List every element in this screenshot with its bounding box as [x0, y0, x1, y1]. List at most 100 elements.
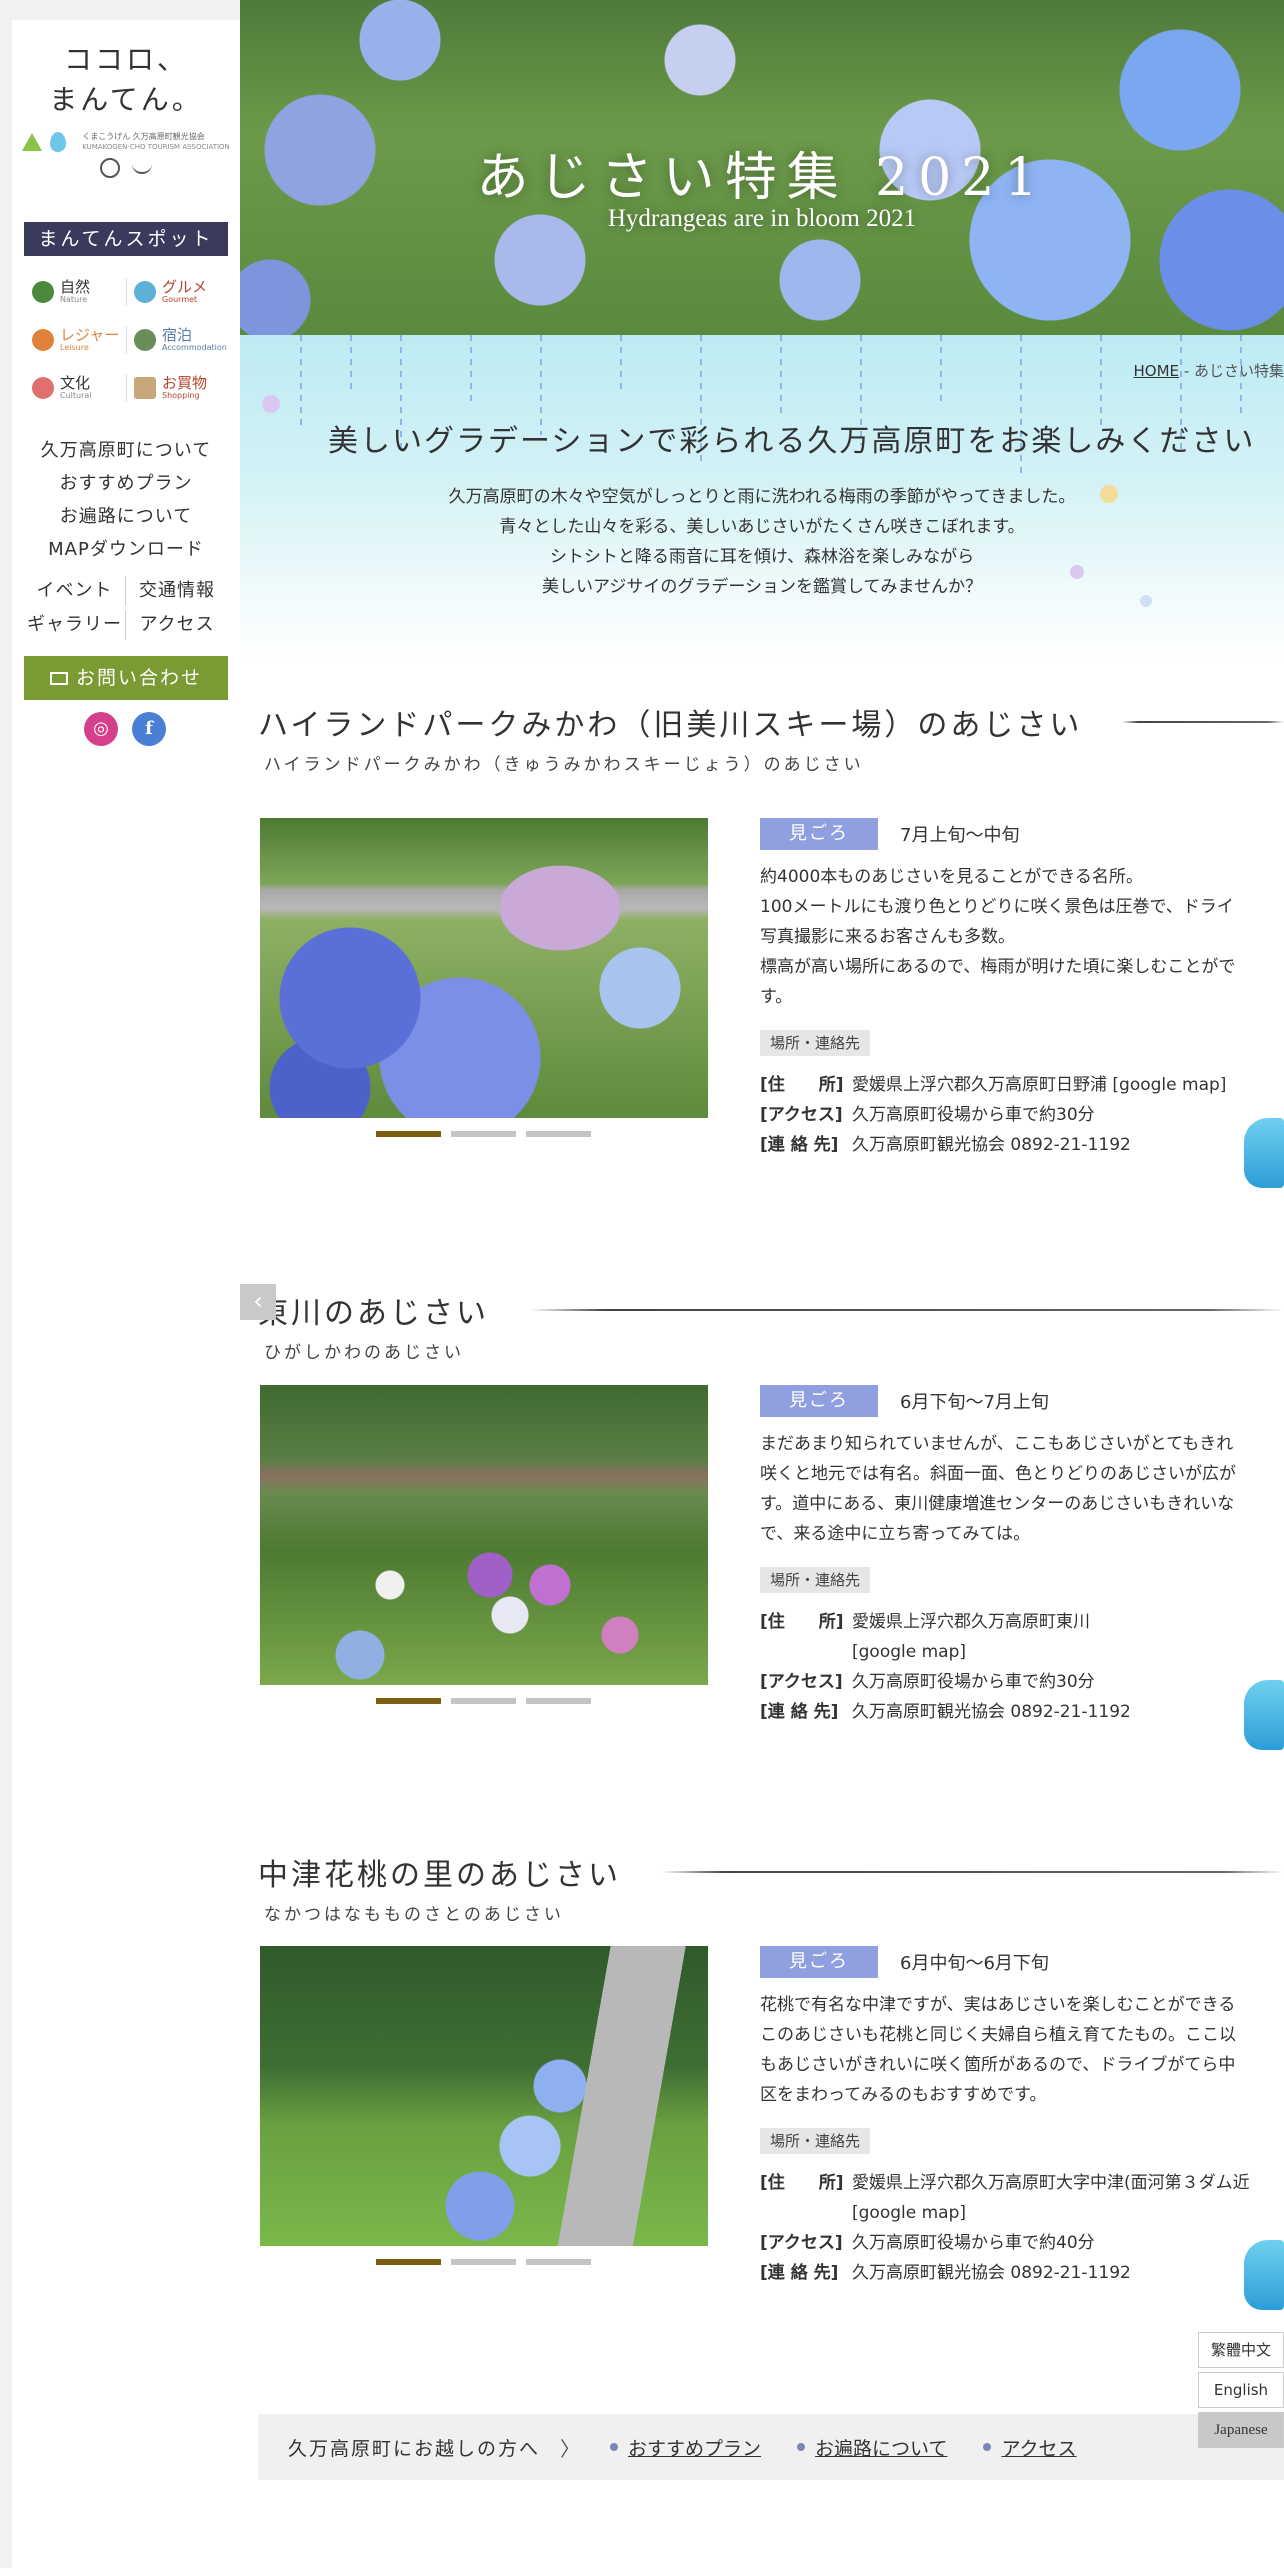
slider-dot[interactable] [376, 1698, 441, 1704]
breadcrumb-current: - あじさい特集 [1183, 362, 1284, 380]
visitor-nav-bar: 久万高原町にお越しの方へ 〉 おすすめプラン お遍路について アクセス [258, 2414, 1284, 2480]
slider-dots [376, 2259, 591, 2265]
sidebar-item-gallery[interactable]: ギャラリー [24, 610, 126, 640]
slider-dot[interactable] [451, 1698, 516, 1704]
hat-icon [32, 328, 54, 351]
spot-description: 花桃で有名な中津ですが、実はあじさいを楽しむことができる このあじさいも花桃と同… [760, 1990, 1284, 2110]
address-label: [住 所] [760, 1075, 844, 1095]
slider-dot[interactable] [526, 1698, 591, 1704]
spot-menu-title[interactable]: まんてんスポット [24, 222, 228, 256]
sidebar-item-henro[interactable]: お遍路について [12, 500, 240, 533]
spot-label-en: Shopping [162, 390, 200, 400]
spot-label-en: Cultural [60, 390, 92, 400]
breadcrumb: HOME - あじさい特集 [1134, 360, 1284, 381]
sidebar-main-nav: 久万高原町について おすすめプラン お遍路について MAPダウンロード [12, 434, 240, 566]
contact-button-label: お問い合わせ [75, 667, 202, 689]
sidebar-item-map-download[interactable]: MAPダウンロード [12, 533, 240, 566]
rain-boot-icon [1244, 1118, 1284, 1188]
info-tag: 場所・連絡先 [760, 1030, 871, 1056]
spot-section-highland-park: ハイランドパークみかわ（旧美川スキー場）のあじさい ハイランドパークみかわ（きゅ… [258, 700, 1284, 775]
site-logo[interactable]: ココロ、 まんてん。 くまこうげん 久万高原町観光協会 KUMAKOGEN-CH… [12, 40, 240, 178]
desc-line: もあじさいがきれいに咲く箇所があるので、ドライブがてら中 [760, 2055, 1236, 2075]
sidebar-item-traffic[interactable]: 交通情報 [126, 576, 228, 606]
desc-line: 標高が高い場所にあるので、梅雨が明けた頃に楽しむことがで [760, 957, 1236, 977]
breadcrumb-home-link[interactable]: HOME [1134, 362, 1180, 380]
address-value: 愛媛県上浮穴郡久万高原町大字中津(面河第３ダム近 [852, 2173, 1250, 2193]
section-title-text: ハイランドパークみかわ（旧美川スキー場）のあじさい [258, 708, 1083, 743]
sidebar-item-access[interactable]: アクセス [126, 610, 228, 640]
access-value: 久万高原町役場から車で約30分 [852, 1672, 1095, 1692]
contact-label: [連 絡 先] [760, 1135, 839, 1155]
slider-dot[interactable] [451, 2259, 516, 2265]
spot-accommodation[interactable]: 宿泊 Accommodation [126, 316, 228, 363]
footer-link-henro[interactable]: お遍路について [797, 2434, 947, 2461]
section-kana: ひがしかわのあじさい [264, 1343, 464, 1363]
spot-detail: 見ごろ 7月上旬～中旬 約4000本ものあじさいを見ることができる名所。 100… [760, 818, 1284, 1160]
slider-dot[interactable] [376, 2259, 441, 2265]
spot-shopping[interactable]: お買物 Shopping [126, 364, 228, 411]
desc-line: このあじさいも花桃と同じく夫婦自ら植え育てたもの。ここ以 [760, 2025, 1236, 2045]
season-badge: 見ごろ [760, 1385, 878, 1417]
footer-link-plan[interactable]: おすすめプラン [610, 2434, 761, 2461]
visitor-nav-lead: 久万高原町にお越しの方へ [288, 2437, 541, 2460]
google-map-link[interactable]: [google map] [852, 2198, 966, 2228]
spot-gourmet[interactable]: グルメ Gourmet [126, 268, 228, 315]
hydrangea-photo [260, 818, 708, 1118]
tree-icon [32, 280, 54, 303]
spot-cultural[interactable]: 文化 Cultural [24, 364, 126, 411]
contact-value: 久万高原町観光協会 0892-21-1192 [852, 1702, 1131, 1722]
address-value: 愛媛県上浮穴郡久万高原町東川 [852, 1612, 1090, 1632]
slider-dots [376, 1698, 591, 1704]
slider-dot[interactable] [376, 1131, 441, 1137]
lang-en[interactable]: English [1198, 2372, 1284, 2408]
spot-info: [住 所] 愛媛県上浮穴郡久万高原町東川 [google map] [アクセス] 久… [760, 1607, 1284, 1727]
spot-info: [住 所] 愛媛県上浮穴郡久万高原町日野浦 [google map] [アクセス]… [760, 1070, 1284, 1160]
contact-button[interactable]: お問い合わせ [24, 656, 228, 700]
footer-link-access[interactable]: アクセス [983, 2434, 1076, 2461]
facebook-icon[interactable]: f [132, 712, 166, 746]
spot-label: 文化 [60, 373, 91, 392]
spot-detail: 見ごろ 6月中旬～6月下旬 花桃で有名な中津ですが、実はあじさいを楽しむことがで… [760, 1946, 1284, 2288]
lang-ja[interactable]: Japanese [1198, 2412, 1284, 2448]
spot-description: 約4000本ものあじさいを見ることができる名所。 100メートルにも渡り色とりど… [760, 862, 1284, 1012]
address-value[interactable]: 愛媛県上浮穴郡久万高原町日野浦 [google map] [852, 1070, 1226, 1100]
section-title-text: 東川のあじさい [258, 1296, 489, 1331]
sidebar-item-plans[interactable]: おすすめプラン [12, 467, 240, 500]
hero-title: あじさい特集 2021 [476, 148, 1048, 208]
access-label: [アクセス] [760, 2233, 843, 2253]
spot-nature[interactable]: 自然 Nature [24, 268, 126, 315]
season-text: 6月中旬～6月下旬 [900, 1953, 1049, 1974]
bag-icon [134, 376, 156, 399]
info-tag: 場所・連絡先 [760, 2128, 871, 2154]
spot-label-en: Leisure [60, 342, 89, 352]
spot-leisure[interactable]: レジャー Leisure [24, 316, 126, 363]
slider-dot[interactable] [451, 1131, 516, 1137]
smile-icon [132, 164, 152, 174]
slider-dots [376, 1131, 591, 1137]
spot-label-en: Nature [60, 294, 88, 304]
plate-icon [134, 280, 156, 303]
access-value: 久万高原町役場から車で約40分 [852, 2233, 1095, 2253]
season-badge: 見ごろ [760, 1946, 878, 1978]
slider-prev-button[interactable]: ‹ [240, 1284, 276, 1320]
desc-line: す。道中にある、東川健康増進センターのあじさいもきれいな [760, 1494, 1235, 1514]
google-map-link[interactable]: [google map] [852, 1637, 966, 1667]
hero-subtitle: Hydrangeas are in bloom 2021 [607, 205, 917, 232]
spot-label-en: Gourmet [162, 294, 198, 304]
desc-line: す。 [760, 987, 793, 1007]
access-label: [アクセス] [760, 1105, 843, 1125]
spot-label: お買物 [162, 373, 208, 392]
instagram-icon[interactable]: ◎ [84, 712, 118, 746]
sidebar-item-event[interactable]: イベント [24, 576, 126, 606]
slider-dot[interactable] [526, 1131, 591, 1137]
hydrangea-photo [260, 1385, 708, 1685]
sidebar-item-about[interactable]: 久万高原町について [12, 434, 240, 467]
slider-dot[interactable] [526, 2259, 591, 2265]
hydrangea-photo [260, 1946, 708, 2246]
season-badge: 見ごろ [760, 818, 878, 850]
lang-zh-tw[interactable]: 繁體中文 [1198, 2332, 1284, 2368]
intro-heading: 美しいグラデーションで彩られる久万高原町をお楽しみください [328, 424, 1256, 459]
sidebar-sub-nav: イベント 交通情報 ギャラリー アクセス [24, 576, 228, 640]
desc-line: 100メートルにも渡り色とりどりに咲く景色は圧巻で、ドライ [760, 897, 1234, 917]
rain-boot-icon [1244, 1680, 1284, 1750]
